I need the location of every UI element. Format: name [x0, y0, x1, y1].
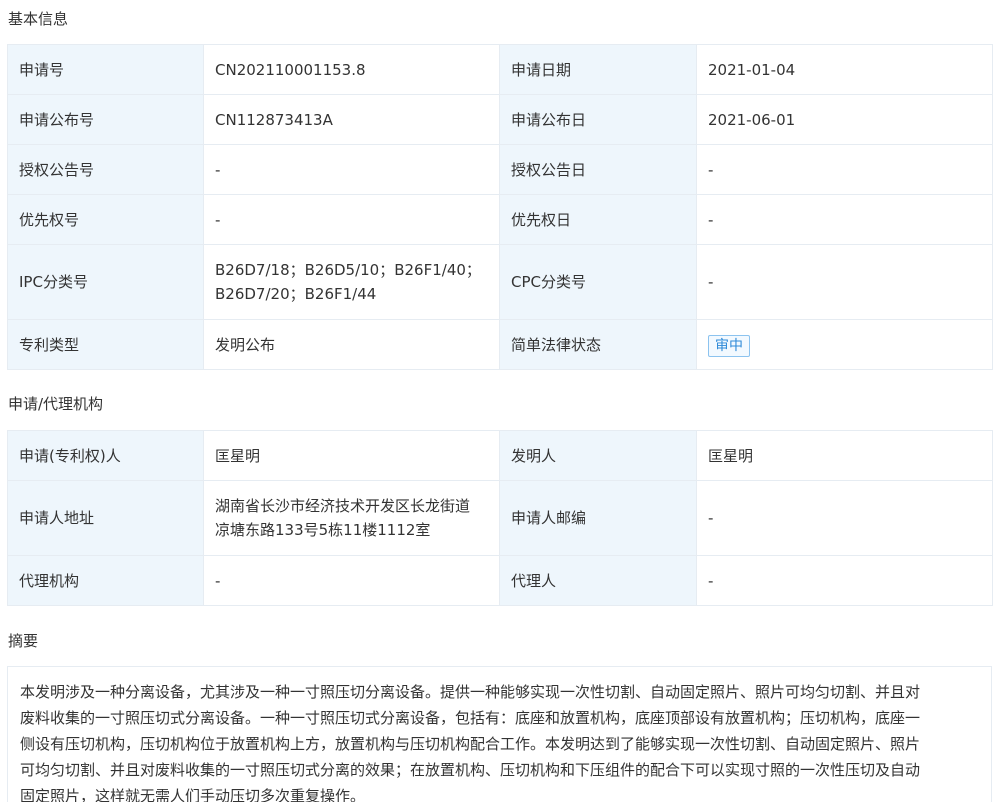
priority-date-value: -	[696, 194, 993, 245]
agency-value: -	[203, 555, 500, 606]
agent-value: -	[696, 555, 993, 606]
priority-number-label: 优先权号	[7, 194, 204, 245]
inventor-label: 发明人	[499, 430, 697, 481]
abstract-line: 废料收集的一寸照压切式分离设备。一种一寸照压切式分离设备，包括有：底座和放置机构…	[20, 709, 921, 727]
postcode-value: -	[696, 480, 993, 556]
grant-date-value: -	[696, 144, 993, 195]
grant-date-label: 授权公告日	[499, 144, 697, 195]
applicant-label: 申请(专利权)人	[7, 430, 204, 481]
publication-number-value: CN112873413A	[203, 94, 500, 145]
publication-number-label: 申请公布号	[7, 94, 204, 145]
legal-status-cell: 审中	[696, 319, 993, 370]
section-title-agency: 申请/代理机构	[8, 395, 104, 413]
applicant-address-label: 申请人地址	[7, 480, 204, 556]
abstract-text: 本发明涉及一种分离设备，尤其涉及一种一寸照压切分离设备。提供一种能够实现一次性切…	[7, 666, 992, 802]
ipc-value-line1: B26D7/18；B26D5/10；B26F1/40；	[215, 261, 481, 279]
address-line2: 凉塘东路133号5栋11楼1112室	[215, 521, 431, 539]
address-line1: 湖南省长沙市经济技术开发区长龙街道	[215, 497, 471, 515]
ipc-label: IPC分类号	[7, 244, 204, 320]
cpc-value: -	[696, 244, 993, 320]
grant-number-value: -	[203, 144, 500, 195]
patent-type-value: 发明公布	[203, 319, 500, 370]
applicant-address-value: 湖南省长沙市经济技术开发区长龙街道 凉塘东路133号5栋11楼1112室	[203, 480, 500, 556]
table-row: 申请人地址 湖南省长沙市经济技术开发区长龙街道 凉塘东路133号5栋11楼111…	[7, 480, 993, 556]
priority-number-value: -	[203, 194, 500, 245]
table-row: 专利类型 发明公布 简单法律状态 审中	[7, 319, 993, 370]
abstract-line: 可均匀切割、并且对废料收集的一寸照压切式分离的效果；在放置机构、压切机构和下压组…	[20, 761, 921, 779]
table-row: IPC分类号 B26D7/18；B26D5/10；B26F1/40； B26D7…	[7, 244, 993, 320]
section-title-abstract: 摘要	[8, 632, 39, 650]
patent-type-label: 专利类型	[7, 319, 204, 370]
postcode-label: 申请人邮编	[499, 480, 697, 556]
table-row: 申请号 CN202110001153.8 申请日期 2021-01-04	[7, 44, 993, 95]
table-row: 申请(专利权)人 匡星明 发明人 匡星明	[7, 430, 993, 481]
cpc-label: CPC分类号	[499, 244, 697, 320]
publication-date-value: 2021-06-01	[696, 94, 993, 145]
application-date-value: 2021-01-04	[696, 44, 993, 95]
grant-number-label: 授权公告号	[7, 144, 204, 195]
priority-date-label: 优先权日	[499, 194, 697, 245]
publication-date-label: 申请公布日	[499, 94, 697, 145]
abstract-line: 固定照片，这样就无需人们手动压切多次重复操作。	[20, 787, 366, 802]
table-row: 授权公告号 - 授权公告日 -	[7, 144, 993, 195]
basic-info-table: 申请号 CN202110001153.8 申请日期 2021-01-04 申请公…	[7, 44, 993, 370]
ipc-value-line2: B26D7/20；B26F1/44	[215, 285, 377, 303]
application-date-label: 申请日期	[499, 44, 697, 95]
table-row: 申请公布号 CN112873413A 申请公布日 2021-06-01	[7, 94, 993, 145]
agent-label: 代理人	[499, 555, 697, 606]
agency-table: 申请(专利权)人 匡星明 发明人 匡星明 申请人地址 湖南省长沙市经济技术开发区…	[7, 430, 993, 606]
legal-status-label: 简单法律状态	[499, 319, 697, 370]
legal-status-badge: 审中	[708, 334, 750, 357]
inventor-value: 匡星明	[696, 430, 993, 481]
table-row: 代理机构 - 代理人 -	[7, 555, 993, 606]
table-row: 优先权号 - 优先权日 -	[7, 194, 993, 245]
application-number-label: 申请号	[7, 44, 204, 95]
section-title-basic-info: 基本信息	[8, 10, 69, 28]
abstract-line: 本发明涉及一种分离设备，尤其涉及一种一寸照压切分离设备。提供一种能够实现一次性切…	[20, 683, 921, 701]
applicant-value: 匡星明	[203, 430, 500, 481]
abstract-line: 侧设有压切机构，压切机构位于放置机构上方，放置机构与压切机构配合工作。本发明达到…	[20, 735, 921, 753]
ipc-value: B26D7/18；B26D5/10；B26F1/40； B26D7/20；B26…	[203, 244, 500, 320]
application-number-value: CN202110001153.8	[203, 44, 500, 95]
agency-label: 代理机构	[7, 555, 204, 606]
